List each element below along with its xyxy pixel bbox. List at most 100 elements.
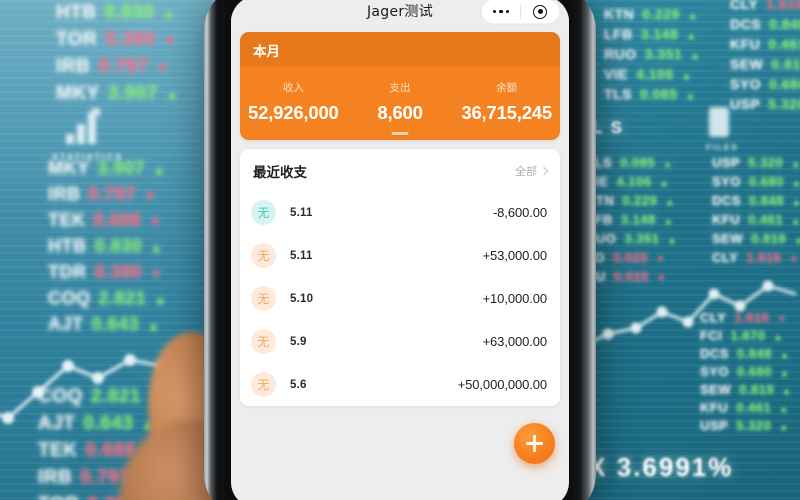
arrow-up-icon: ▲ (663, 159, 673, 169)
arrow-up-icon: ▲ (681, 71, 692, 82)
ticker-symbol: HTB (48, 236, 87, 256)
recent-transactions-title: 最近收支 (253, 165, 307, 181)
add-record-button[interactable]: + (514, 423, 555, 464)
arrow-up-icon: ▲ (686, 31, 697, 42)
transaction-row[interactable]: 无 5.9 +63,000.00 (240, 320, 560, 363)
ticker-symbol: TDR (48, 262, 87, 282)
ticker-group-right-b: CLY1.616▼DCS0.848▲KFU0.461▲SEW0.819▲SYO0… (730, 0, 800, 116)
ticker-row: KTN 0.229 ▲ (604, 6, 700, 22)
ticker-value: 0.848 (769, 16, 800, 32)
more-dots-icon (492, 9, 510, 14)
ticker-value: 0.229 (622, 193, 658, 208)
ticker-row: HTB 0.830 ▲ (56, 2, 179, 24)
summary-value-expense: 8,600 (377, 102, 423, 123)
transaction-list: 无 5.11 -8,600.00 无 5.11 +53,000.00 无 5.10 +10,00… (240, 191, 560, 406)
summary-cell-balance: 余额 36,715,245 (453, 80, 560, 124)
ticker-symbol: SYO (730, 76, 762, 92)
target-circle-icon (533, 4, 547, 19)
transaction-date: 5.9 (290, 335, 307, 348)
miniprogram-capsule[interactable] (481, 0, 560, 24)
transaction-avatar: 无 (251, 329, 276, 354)
arrow-up-icon: ▲ (792, 178, 800, 188)
ticker-value: 3.351 (624, 231, 660, 246)
transaction-row[interactable]: 无 5.6 +50,000,000.00 (240, 363, 560, 406)
transaction-avatar: 无 (251, 243, 276, 268)
ticker-value: 3.148 (620, 212, 656, 227)
ticker-value: 0.680 (748, 174, 785, 189)
ticker-row: LFB 3.148 ▲ (586, 212, 677, 227)
ticker-row: SEW 0.819 ▲ (712, 231, 800, 246)
arrow-up-icon: ▲ (791, 216, 800, 226)
ticker-symbol: SEW (700, 382, 732, 397)
ticker-value: 5.320 (736, 418, 772, 433)
ticker-value: 0.229 (642, 6, 680, 22)
transaction-avatar: 无 (251, 200, 276, 225)
transaction-amount: +53,000.00 (482, 248, 548, 263)
arrow-up-icon: ▲ (779, 422, 789, 432)
ticker-value: 0.830 (104, 2, 155, 23)
view-all-link[interactable]: 全部 (515, 163, 549, 179)
transaction-row[interactable]: 无 5.10 +10,000.00 (240, 277, 560, 320)
transaction-date: 5.6 (290, 378, 307, 391)
summary-cell-income: 收入 52,926,000 (240, 80, 347, 124)
page-title: Jager测试 (366, 4, 434, 20)
ticker-value: 0.848 (748, 193, 784, 208)
arrow-up-icon: ▲ (792, 197, 800, 207)
monthly-summary-card[interactable]: 本月 收入 52,926,000 支出 8,600 余额 36,715,245 (240, 32, 560, 140)
summary-value-income: 52,926,000 (248, 102, 339, 123)
summary-value-balance: 36,715,245 (461, 102, 552, 123)
ticker-symbol: IRB (38, 467, 73, 488)
ticker-value: 5.320 (748, 155, 784, 170)
more-menu-button[interactable] (482, 9, 520, 14)
ticker-symbol: KFU (700, 400, 729, 415)
arrow-up-icon: ▲ (685, 91, 696, 102)
view-all-label: 全部 (515, 165, 537, 178)
ticker-group-right-a: KTN 0.229 ▲ LFB 3.148 ▲ RUO 3.351 ▲ VIE 4.106 ▲ TLS 0… (604, 6, 700, 106)
ticker-value: 1.616 (766, 0, 800, 12)
recent-transactions-card: 最近收支 全部 无 5.11 -8,600.00 无 5.11 +53,000.00 无 5.… (240, 149, 560, 406)
transaction-amount: +10,000.00 (482, 291, 548, 306)
arrow-up-icon: ▲ (794, 235, 800, 245)
ticker-symbol: KFU (730, 36, 761, 52)
arrow-down-icon: ▼ (150, 267, 164, 281)
ticker-symbol: CLY (730, 0, 759, 12)
ticker-symbol: IRB (56, 56, 91, 77)
ticker-value: 5.320 (768, 96, 800, 112)
phone-screen: Jager测试 本月 收入 52,926,000 支出 8,600 余额 36,715,2… (231, 0, 569, 500)
ticker-symbol: USP (730, 96, 761, 112)
close-miniprogram-button[interactable] (521, 4, 559, 19)
arrow-up-icon: ▲ (782, 386, 792, 396)
ticker-value: 4.106 (636, 66, 674, 82)
transaction-amount: -8,600.00 (492, 205, 547, 220)
ticker-row: SEW 0.819 ▲ (700, 382, 792, 397)
ticker-group-left-top: HTB 0.830 ▲ TOR 0.390 ▼ IRB 0.797 ▼ MKY 3.907 ▲ (56, 2, 179, 110)
summary-active-indicator (391, 132, 409, 135)
page-content: 本月 收入 52,926,000 支出 8,600 余额 36,715,245 最近收支 … (231, 32, 569, 406)
summary-label-balance: 余额 (496, 82, 518, 94)
statistics-bar-icon (60, 104, 106, 153)
arrow-up-icon: ▲ (663, 216, 674, 226)
ticker-symbol: TLS (604, 86, 632, 102)
arrow-up-icon: ▲ (779, 404, 789, 414)
summary-cell-expense: 支出 8,600 (347, 80, 454, 135)
ticker-row: KFU0.461▲ (730, 36, 800, 52)
ticker-value: 0.085 (620, 155, 656, 170)
ticker-row: VIE 4.106 ▲ (604, 66, 700, 82)
ticker-value: 0.461 (736, 400, 772, 415)
transaction-row[interactable]: 无 5.11 -8,600.00 (240, 191, 560, 234)
ticker-value: 3.907 (107, 83, 158, 104)
ticker-row: VIE 4.106 ▲ (586, 174, 677, 189)
arrow-down-icon: ▼ (156, 60, 170, 75)
ticker-row: SYO 0.680 ▲ (712, 174, 800, 189)
ticker-symbol: HTB (56, 2, 97, 23)
transaction-row[interactable]: 无 5.11 +53,000.00 (240, 234, 560, 277)
navigation-bar: Jager测试 (231, 0, 569, 26)
ticker-symbol: KTN (604, 6, 635, 22)
transaction-date: 5.11 (290, 206, 313, 219)
ticker-row: RUO 3.351 ▲ (586, 231, 677, 246)
arrow-down-icon: ▼ (163, 33, 177, 48)
ticker-row: USP 5.320 ▲ (712, 155, 800, 170)
ticker-row: MKY 3.907 ▲ (56, 83, 179, 105)
ticker-row: DCS 0.848 ▲ (712, 193, 800, 208)
ticker-row: TLS 0.085 ▲ (604, 86, 700, 102)
